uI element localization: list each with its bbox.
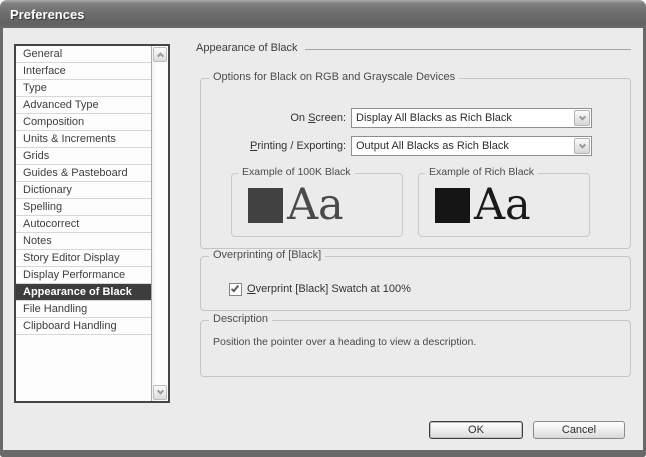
on-screen-combobox[interactable]: Display All Blacks as Rich Black [351,108,592,128]
ok-button[interactable]: OK [429,421,523,439]
printing-exporting-label: Printing / Exporting: [201,140,346,152]
sidebar-item-label: Type [23,82,47,94]
printing-exporting-combobox[interactable]: Output All Blacks as Rich Black [351,136,592,156]
sidebar-item-label: Advanced Type [23,99,99,111]
sidebar-item-label: Notes [23,235,52,247]
window-frame: General Interface Type Advanced Type Com… [0,28,646,457]
sidebar-item-story-editor-display[interactable]: Story Editor Display [16,250,151,267]
combo-dropdown-button[interactable] [574,110,590,126]
sidebar-item-notes[interactable]: Notes [16,233,151,250]
sidebar-item-label: Clipboard Handling [23,320,117,332]
chevron-down-icon [156,388,163,395]
sidebar-item-label: General [23,48,62,60]
scroll-up-button[interactable] [153,47,167,62]
sidebar-item-display-performance[interactable]: Display Performance [16,267,151,284]
preferences-dialog: Preferences General Interface Type Advan… [0,0,646,457]
sidebar-item-grids[interactable]: Grids [16,148,151,165]
sidebar-item-label: Spelling [23,201,62,213]
sidebar-item-composition[interactable]: Composition [16,114,151,131]
sidebar-item-file-handling[interactable]: File Handling [16,301,151,318]
description-groupbox: Description Position the pointer over a … [200,320,631,377]
page-heading: Appearance of Black [196,42,631,54]
printing-exporting-value: Output All Blacks as Rich Black [352,140,574,152]
sidebar-item-guides-pasteboard[interactable]: Guides & Pasteboard [16,165,151,182]
example-100k-black-box: Example of 100K Black Aa [231,173,403,237]
scroll-down-button[interactable] [153,385,167,400]
sidebar-item-advanced-type[interactable]: Advanced Type [16,97,151,114]
combo-dropdown-button[interactable] [574,138,590,154]
checkmark-icon [231,284,239,293]
sidebar-item-label: Autocorrect [23,218,79,230]
rich-black-sample-text: Aa [474,187,531,223]
cancel-button[interactable]: Cancel [533,421,625,439]
category-list: General Interface Type Advanced Type Com… [16,46,151,401]
options-groupbox: Options for Black on RGB and Grayscale D… [200,78,631,249]
cancel-button-label: Cancel [562,424,596,436]
sidebar-item-dictionary[interactable]: Dictionary [16,182,151,199]
sidebar-item-label: Story Editor Display [23,252,120,264]
window-title: Preferences [10,7,84,22]
sidebar-item-label: Display Performance [23,269,125,281]
sidebar-item-appearance-of-black[interactable]: Appearance of Black [16,284,151,301]
example-rich-black-title: Example of Rich Black [425,166,538,178]
page-heading-text: Appearance of Black [196,42,298,54]
overprint-checkbox-label[interactable]: Overprint [Black] Swatch at 100% [247,283,411,295]
chevron-down-icon [578,141,585,148]
chevron-down-icon [578,113,585,120]
sidebar-item-autocorrect[interactable]: Autocorrect [16,216,151,233]
sidebar-item-label: File Handling [23,303,87,315]
sidebar-item-clipboard-handling[interactable]: Clipboard Handling [16,318,151,335]
sidebar-item-type[interactable]: Type [16,80,151,97]
example-rich-black-box: Example of Rich Black Aa [418,173,590,237]
description-group-title: Description [209,313,272,325]
options-group-title: Options for Black on RGB and Grayscale D… [209,71,459,83]
sidebar-item-label: Guides & Pasteboard [23,167,128,179]
sidebar-item-label: Appearance of Black [23,286,132,298]
black-100k-sample-text: Aa [287,187,344,223]
sidebar-item-label: Units & Increments [23,133,116,145]
black-100k-swatch [248,188,283,223]
example-100k-black-title: Example of 100K Black [238,166,355,178]
sidebar-item-spelling[interactable]: Spelling [16,199,151,216]
example-100k-black-row: Aa [232,174,402,223]
sidebar-item-units-increments[interactable]: Units & Increments [16,131,151,148]
sidebar-item-general[interactable]: General [16,46,151,63]
sidebar-item-interface[interactable]: Interface [16,63,151,80]
overprint-checkbox[interactable] [229,283,242,296]
chevron-up-icon [156,52,163,59]
category-listbox: General Interface Type Advanced Type Com… [14,44,170,403]
overprinting-group-title: Overprinting of [Black] [209,249,325,261]
sidebar-item-label: Interface [23,65,66,77]
dialog-client-area: General Interface Type Advanced Type Com… [3,28,643,450]
description-text: Position the pointer over a heading to v… [213,336,622,348]
heading-rule [305,49,631,50]
on-screen-value: Display All Blacks as Rich Black [352,112,574,124]
on-screen-label: On Screen: [201,112,346,124]
list-scrollbar[interactable] [151,46,168,401]
title-bar[interactable]: Preferences [0,0,646,28]
example-rich-black-row: Aa [419,174,589,223]
sidebar-item-label: Dictionary [23,184,72,196]
overprinting-groupbox: Overprinting of [Black] Overprint [Black… [200,256,631,311]
sidebar-item-label: Grids [23,150,49,162]
rich-black-swatch [435,188,470,223]
sidebar-item-label: Composition [23,116,84,128]
ok-button-label: OK [468,424,484,436]
